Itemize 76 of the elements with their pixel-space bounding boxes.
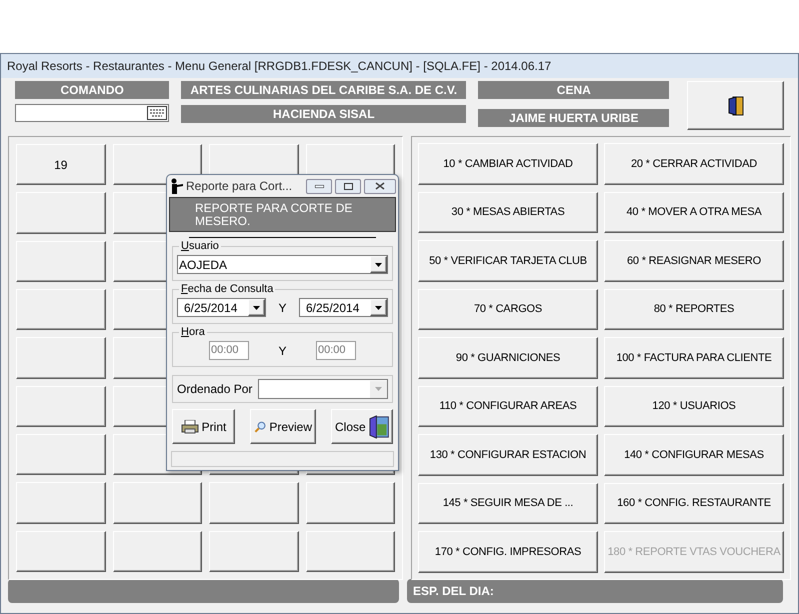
table-button[interactable] [209, 530, 298, 572]
caret-icon [375, 262, 382, 266]
and-label: Y [278, 342, 286, 360]
action-button[interactable]: 60 * REASIGNAR MESERO [604, 240, 784, 282]
table-button[interactable] [209, 482, 298, 524]
table-button[interactable] [16, 240, 106, 282]
keyboard-icon [147, 106, 168, 120]
action-button[interactable]: 20 * CERRAR ACTIVIDAD [604, 143, 784, 185]
group-label: Usuario [179, 239, 221, 253]
action-button[interactable]: 80 * REPORTES [604, 288, 784, 330]
group-label: Hora [179, 325, 207, 339]
action-button[interactable]: 130 * CONFIGURAR ESTACION [418, 434, 598, 476]
meal-label: CENA [478, 81, 670, 99]
window-title: Royal Resorts - Restaurantes - Menu General [RRGDB1.FDESK_CANCUN] - [SQLA.FE] - 2014.06.17 [1, 54, 798, 78]
restaurant-label: HACIENDA SISAL [181, 105, 466, 123]
caret-icon [374, 306, 382, 310]
dropdown-button[interactable] [370, 299, 387, 316]
date-picker[interactable]: 6/25/2014 [177, 298, 266, 317]
minimize-icon [314, 184, 324, 188]
close-button[interactable] [364, 178, 396, 194]
order-dropdown[interactable] [258, 379, 388, 399]
caret-icon [375, 387, 382, 391]
action-button[interactable]: 10 * CAMBIAR ACTIVIDAD [418, 143, 598, 185]
action-button[interactable]: 110 * CONFIGURAR AREAS [418, 386, 598, 428]
preview-button[interactable]: Preview [250, 409, 316, 444]
action-button[interactable]: 40 * MOVER A OTRA MESA [604, 192, 784, 234]
command-field[interactable] [15, 104, 170, 122]
table-button[interactable]: 19 [16, 144, 106, 186]
table-button[interactable] [16, 386, 106, 427]
action-button[interactable]: 120 * USUARIOS [604, 386, 784, 428]
table-button[interactable] [112, 482, 202, 524]
time-field[interactable]: 00:00 [209, 341, 249, 360]
table-button[interactable] [16, 337, 106, 379]
command-label: COMANDO [15, 81, 170, 99]
action-button[interactable]: 140 * CONFIGURAR MESAS [604, 434, 784, 476]
group-label: Fecha de Consulta [179, 282, 276, 296]
table-button[interactable] [16, 530, 106, 572]
door-icon [728, 96, 744, 116]
minimize-button[interactable] [306, 178, 332, 194]
time-field[interactable]: 00:00 [316, 341, 356, 360]
action-button[interactable]: 70 * CARGOS [418, 288, 598, 330]
table-button[interactable] [306, 530, 395, 572]
table-button[interactable] [16, 482, 106, 524]
action-button[interactable]: 50 * VERIFICAR TARJETA CLUB [418, 240, 598, 282]
dropdown-button[interactable] [370, 256, 387, 273]
dialog-title: Reporte para Cort... [186, 178, 292, 195]
date-picker[interactable]: 6/25/2014 [298, 298, 388, 317]
usuario-dropdown[interactable]: AOJEDA [177, 255, 388, 274]
caret-icon [253, 306, 260, 310]
action-button[interactable]: 30 * MESAS ABIERTAS [418, 192, 598, 234]
dialog-banner: REPORTE PARA CORTE DE MESERO. [169, 197, 396, 232]
exit-button[interactable] [687, 81, 784, 130]
company-label: ARTES CULINARIAS DEL CARIBE S.A. DE C.V. [181, 81, 466, 99]
table-button[interactable] [112, 530, 202, 572]
maximize-button[interactable] [335, 178, 361, 194]
door-icon [368, 414, 389, 440]
dropdown-button[interactable] [248, 299, 265, 316]
action-button[interactable]: 100 * FACTURA PARA CLIENTE [604, 337, 784, 379]
special-of-day-label: ESP. DEL DIA: [407, 579, 783, 603]
action-button[interactable]: 160 * CONFIG. RESTAURANTE [604, 482, 784, 524]
table-button[interactable] [16, 434, 106, 476]
close-button[interactable]: Close [331, 409, 393, 444]
and-label: Y [278, 300, 286, 316]
table-button[interactable] [306, 482, 395, 524]
action-button[interactable]: 145 * SEGUIR MESA DE ... [418, 482, 598, 524]
table-button[interactable] [16, 288, 106, 330]
order-label: Ordenado Por [177, 381, 252, 398]
waiter-label: JAIME HUERTA URIBE [478, 109, 670, 127]
action-button[interactable]: 90 * GUARNICIONES [418, 337, 598, 379]
action-button[interactable]: 170 * CONFIG. IMPRESORAS [418, 531, 598, 573]
printer-icon [180, 420, 199, 434]
waiter-icon [169, 178, 183, 194]
print-button[interactable]: Print [172, 409, 235, 444]
table-button[interactable] [16, 192, 106, 234]
close-icon [375, 182, 385, 190]
maximize-icon [344, 182, 352, 190]
